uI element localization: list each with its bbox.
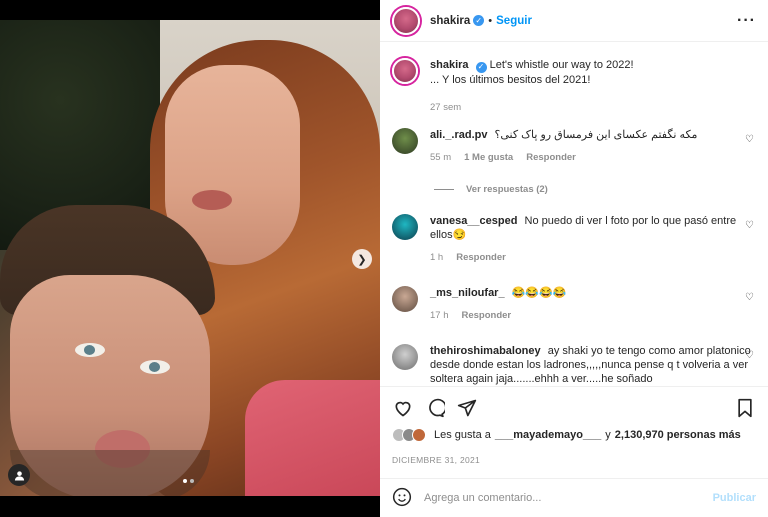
- comment-composer: Publicar: [380, 478, 768, 517]
- comment-username[interactable]: ali._.rad.pv: [430, 129, 487, 141]
- emoji-icon[interactable]: [392, 487, 412, 510]
- verified-badge-icon: ✓: [473, 15, 485, 26]
- bookmark-icon[interactable]: [734, 397, 756, 419]
- comment-username[interactable]: vanesa__cesped: [430, 215, 517, 227]
- caption-username[interactable]: shakira: [430, 59, 469, 71]
- reply-button[interactable]: Responder: [526, 151, 576, 165]
- reply-button[interactable]: Responder: [456, 251, 506, 265]
- more-horizontal-icon[interactable]: ···: [737, 12, 756, 30]
- verified-badge-icon: ✓: [475, 61, 487, 73]
- publish-button[interactable]: Publicar: [713, 492, 756, 504]
- avatar[interactable]: [392, 128, 418, 154]
- avatar[interactable]: [392, 58, 418, 84]
- share-icon[interactable]: [456, 397, 478, 419]
- avatar[interactable]: [392, 344, 418, 370]
- carousel-dot: [190, 479, 194, 483]
- comment-time: 17 h: [430, 310, 449, 321]
- likes-prefix: Les gusta a: [434, 429, 491, 441]
- likes-count[interactable]: 2,130,970 personas más: [615, 429, 741, 441]
- comment-time: 1 h: [430, 252, 444, 263]
- likes-user[interactable]: ___mayademayo___: [495, 429, 601, 441]
- comment-item: ali._.rad.pv مکه نگفتم عکسای این فرمساق …: [392, 128, 756, 165]
- caption-line1: Let's whistle our way to 2022!: [489, 59, 634, 71]
- avatar: [412, 428, 426, 442]
- view-replies-button[interactable]: Ver respuestas (2): [434, 184, 548, 195]
- post-header: shakira ✓ • Seguir ···: [380, 0, 768, 42]
- carousel-dot: [183, 479, 187, 483]
- comment-username[interactable]: _ms_niloufar_: [430, 287, 505, 299]
- comment-item: vanesa__cesped No puedo di ver l foto po…: [392, 214, 756, 265]
- tagged-users-button[interactable]: [8, 464, 30, 486]
- avatar[interactable]: [392, 286, 418, 312]
- post-date[interactable]: DICIEMBRE 31, 2021: [392, 455, 480, 465]
- next-slide-button[interactable]: ❯: [352, 249, 372, 269]
- avatar[interactable]: [392, 6, 420, 35]
- comment-text: مکه نگفتم عکسای این فرمساق رو پاک کنی؟: [494, 129, 698, 141]
- post-sidebar: shakira ✓ • Seguir ··· shakira ✓ Let's wh…: [380, 0, 768, 517]
- liker-avatars: [392, 428, 426, 442]
- comments-list[interactable]: shakira ✓ Let's whistle our way to 2022! …: [380, 50, 768, 385]
- carousel-indicator: [183, 479, 194, 483]
- comment-like-heart-icon[interactable]: ♡: [745, 292, 754, 303]
- comment-like-heart-icon[interactable]: ♡: [745, 350, 754, 361]
- likes-middle: y: [605, 429, 611, 441]
- comment-icon[interactable]: [424, 397, 446, 419]
- comment-username[interactable]: thehiroshimabaloney: [430, 345, 541, 357]
- post-photo[interactable]: [0, 20, 380, 496]
- comment-item: _ms_niloufar_ 😂😂😂😂 17 h Responder ♡: [392, 286, 756, 323]
- user-icon: [14, 470, 24, 481]
- replies-line: [434, 189, 454, 190]
- caption: shakira ✓ Let's whistle our way to 2022! …: [392, 58, 756, 115]
- comment-text: 😂😂😂😂: [511, 287, 567, 299]
- caption-time: 27 sem: [430, 101, 462, 113]
- comment-like-heart-icon[interactable]: ♡: [745, 220, 754, 231]
- heart-icon[interactable]: [392, 397, 414, 419]
- separator-dot: •: [488, 14, 493, 27]
- likes-summary: Les gusta a ___mayademayo___ y 2,130,970…: [392, 428, 741, 442]
- header-username[interactable]: shakira: [430, 15, 470, 27]
- post-media: ❯: [0, 0, 380, 517]
- comment-time: 55 m: [430, 152, 452, 163]
- caption-line2: ... Y los últimos besitos del 2021!: [430, 73, 591, 86]
- view-replies-label: Ver respuestas (2): [466, 184, 548, 195]
- comment-input[interactable]: [424, 492, 713, 504]
- follow-button[interactable]: Seguir: [496, 15, 532, 27]
- comment-like-heart-icon[interactable]: ♡: [745, 134, 754, 145]
- comment-likes[interactable]: 1 Me gusta: [464, 151, 513, 165]
- comment-item: thehiroshimabaloney ay shaki yo te tengo…: [392, 344, 756, 385]
- post-actions: [380, 386, 768, 428]
- avatar[interactable]: [392, 214, 418, 240]
- reply-button[interactable]: Responder: [462, 309, 512, 323]
